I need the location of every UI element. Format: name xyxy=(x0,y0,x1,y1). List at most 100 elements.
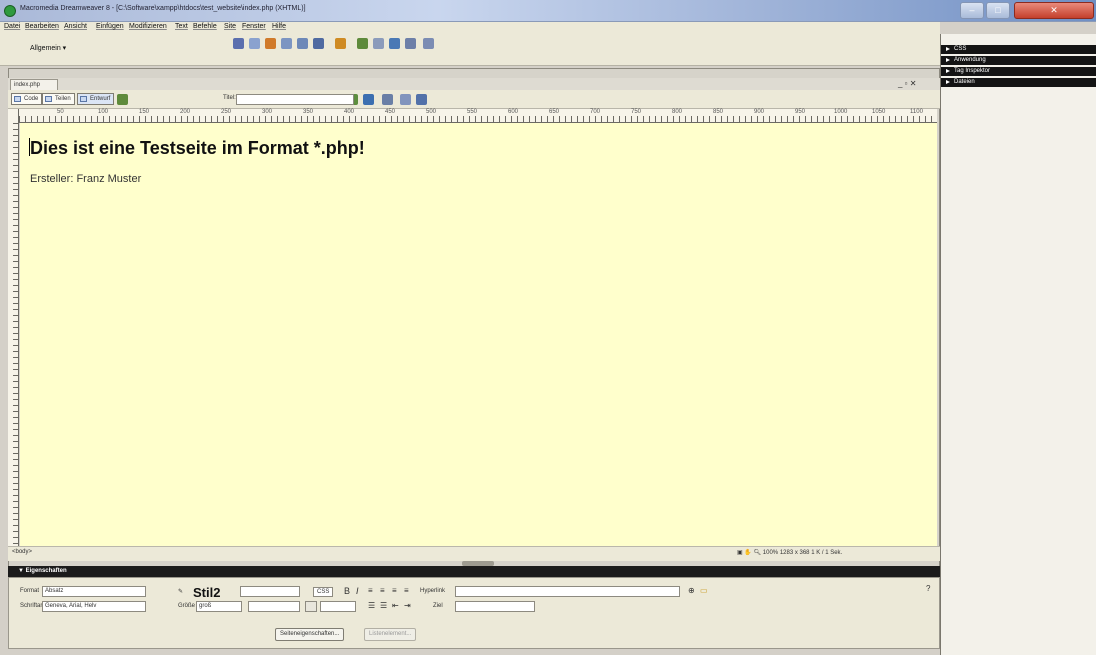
panel-group-css[interactable]: CSS xyxy=(941,45,1096,54)
browse-folder-icon[interactable]: ▭ xyxy=(700,586,708,595)
menu-text[interactable]: Text xyxy=(175,23,188,30)
panel-group-dateien[interactable]: Dateien xyxy=(941,78,1096,87)
maximize-button[interactable]: □ xyxy=(986,2,1010,19)
panel-group-label: Tag Inspektor xyxy=(954,68,991,74)
ordered-list-icon[interactable]: ☰ xyxy=(380,601,387,610)
menu-datei[interactable]: Datei xyxy=(4,23,20,30)
align-right-icon[interactable]: ≡ xyxy=(392,586,397,595)
link-input[interactable] xyxy=(455,586,680,597)
refresh-icon[interactable] xyxy=(363,94,374,105)
point-to-file-icon[interactable]: ⊕ xyxy=(688,586,695,595)
size-label: Größe xyxy=(178,603,196,609)
code-view-icon xyxy=(14,96,21,102)
help-icon[interactable]: ? xyxy=(926,584,930,593)
list-item-button[interactable]: Listenelement... xyxy=(364,628,417,641)
title-input[interactable] xyxy=(236,94,354,105)
select-tool-icon[interactable]: ▣ xyxy=(737,550,743,556)
document-window-controls[interactable]: _ ▫ ✕ xyxy=(898,79,916,88)
panel-group-tag-inspektor[interactable]: Tag Inspektor xyxy=(941,67,1096,76)
css-button[interactable]: CSS xyxy=(313,587,334,597)
panel-group-label: CSS xyxy=(954,46,967,52)
close-button[interactable]: ✕ xyxy=(1014,2,1094,19)
menubar: Datei Bearbeiten Ansicht Einfügen Modifi… xyxy=(0,22,940,34)
font-select[interactable]: Geneva, Arial, Helv xyxy=(42,601,146,612)
text-color-swatch[interactable] xyxy=(305,601,317,612)
split-view-label: Teilen xyxy=(55,96,71,102)
menu-ansicht[interactable]: Ansicht xyxy=(64,23,87,30)
ruler-mark: 750 xyxy=(631,109,642,115)
outdent-icon[interactable]: ⇤ xyxy=(392,601,399,610)
minimize-button[interactable]: ‒ xyxy=(960,2,984,19)
comment-icon[interactable] xyxy=(373,38,384,49)
hyperlink-icon[interactable] xyxy=(233,38,244,49)
image-icon[interactable] xyxy=(313,38,324,49)
menu-bearbeiten[interactable]: Bearbeiten xyxy=(25,23,59,30)
document-tab[interactable]: index.php xyxy=(10,79,58,90)
table-icon[interactable] xyxy=(281,38,292,49)
size-select[interactable]: groß xyxy=(196,601,242,612)
target-label: Ziel xyxy=(433,603,443,609)
document-tab-bar xyxy=(8,78,940,90)
ruler-mark: 400 xyxy=(344,109,355,115)
align-left-icon[interactable]: ≡ xyxy=(368,586,373,595)
tag-selector[interactable]: <body> xyxy=(12,549,32,555)
panel-group-anwendung[interactable]: Anwendung xyxy=(941,56,1096,65)
unordered-list-icon[interactable]: ☰ xyxy=(368,601,375,610)
design-view-canvas[interactable] xyxy=(20,123,937,546)
ruler-mark: 200 xyxy=(180,109,191,115)
design-view-button[interactable]: Entwurf xyxy=(77,93,115,105)
hand-tool-icon[interactable]: ✋ xyxy=(744,550,751,556)
design-view-label: Entwurf xyxy=(90,96,111,102)
target-select[interactable] xyxy=(455,601,535,612)
page-heading[interactable]: Dies ist eine Testseite im Format *.php! xyxy=(30,138,365,159)
head-icon[interactable] xyxy=(389,38,400,49)
insert-bar: Allgemein ▾ xyxy=(0,34,940,66)
text-color-input[interactable] xyxy=(320,601,356,612)
italic-button[interactable]: I xyxy=(356,586,359,596)
properties-title[interactable]: ▼ Eigenschaften xyxy=(18,568,67,574)
page-author-text[interactable]: Ersteller: Franz Muster xyxy=(30,173,141,185)
live-data-icon[interactable] xyxy=(117,94,128,105)
style-dropdown[interactable] xyxy=(240,586,300,597)
window-size[interactable]: 1283 x 368 xyxy=(780,550,810,556)
title-label: Titel: xyxy=(223,95,236,101)
style-select[interactable]: Stil2 xyxy=(193,585,220,600)
menu-hilfe[interactable]: Hilfe xyxy=(272,23,286,30)
view-options-icon[interactable] xyxy=(382,94,393,105)
layer-icon[interactable] xyxy=(297,38,308,49)
menu-modifizieren[interactable]: Modifizieren xyxy=(129,23,167,30)
page-properties-button[interactable]: Seiteneigenschaften... xyxy=(275,628,345,641)
minimize-icon: ‒ xyxy=(969,5,975,15)
panel-group-label: Anwendung xyxy=(954,57,986,63)
code-view-button[interactable]: Code xyxy=(11,93,43,105)
ruler-mark: 450 xyxy=(385,109,396,115)
split-view-button[interactable]: Teilen xyxy=(42,93,75,105)
bold-button[interactable]: B xyxy=(344,586,350,596)
menu-befehle[interactable]: Befehle xyxy=(193,23,217,30)
email-link-icon[interactable] xyxy=(249,38,260,49)
date-icon[interactable] xyxy=(357,38,368,49)
indent-icon[interactable]: ⇥ xyxy=(404,601,411,610)
script-icon[interactable] xyxy=(405,38,416,49)
format-select[interactable]: Absatz xyxy=(42,586,146,597)
menu-einfuegen[interactable]: Einfügen xyxy=(96,23,124,30)
validate-icon[interactable] xyxy=(416,94,427,105)
visual-aids-icon[interactable] xyxy=(400,94,411,105)
ruler-mark: 250 xyxy=(221,109,232,115)
zoom-level[interactable]: 100% xyxy=(763,550,778,556)
menu-site[interactable]: Site xyxy=(224,23,236,30)
align-center-icon[interactable]: ≡ xyxy=(380,586,385,595)
menu-fenster[interactable]: Fenster xyxy=(242,23,266,30)
media-icon[interactable] xyxy=(335,38,346,49)
document-toolbar: Code Teilen Entwurf xyxy=(8,90,940,109)
size-unit-select[interactable] xyxy=(248,601,300,612)
properties-header[interactable] xyxy=(8,566,940,577)
justify-icon[interactable]: ≡ xyxy=(404,586,409,595)
ruler-mark: 1100 xyxy=(910,109,923,115)
window-title: Macromedia Dreamweaver 8 - [C:\Software\… xyxy=(20,5,306,12)
named-anchor-icon[interactable] xyxy=(265,38,276,49)
insert-category-select[interactable]: Allgemein ▾ xyxy=(30,44,66,52)
zoom-tool-icon[interactable]: 🔍︎ xyxy=(754,550,762,556)
template-icon[interactable] xyxy=(423,38,434,49)
split-view-icon xyxy=(45,96,52,102)
